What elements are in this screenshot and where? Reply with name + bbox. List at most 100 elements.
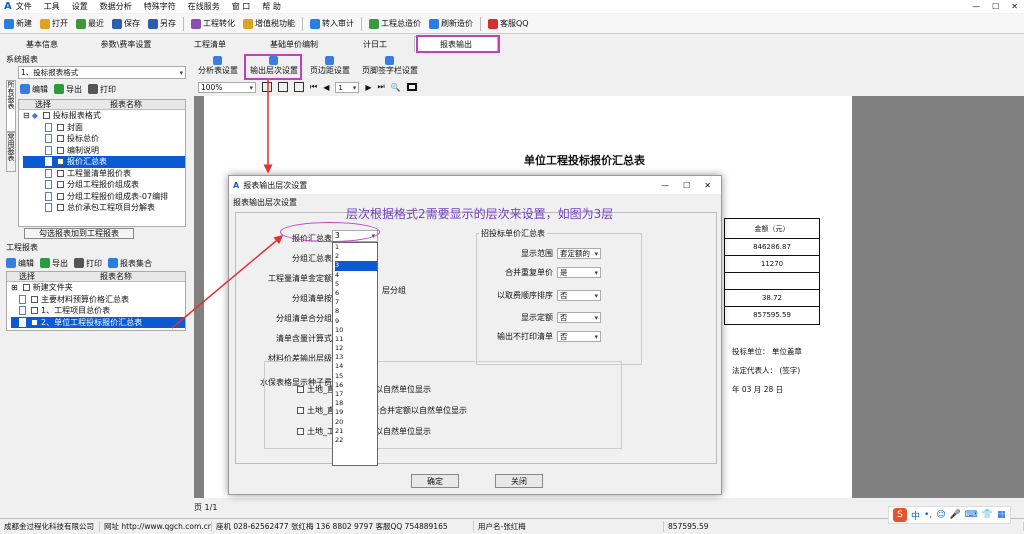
toolbar-button[interactable]: 另存: [144, 14, 180, 33]
ok-button[interactable]: 确定: [411, 474, 459, 488]
menu-item[interactable]: 数据分析: [100, 1, 132, 12]
last-page-icon[interactable]: ⏭: [378, 82, 385, 92]
dropdown-option[interactable]: 1: [335, 243, 377, 252]
list-item[interactable]: 工程量清单报价表: [23, 168, 185, 180]
option-checkbox[interactable]: 土地_直接费表定额以自然单位显示: [294, 379, 467, 400]
menu-item[interactable]: 文件: [16, 1, 32, 12]
list-item[interactable]: 封面: [23, 122, 185, 134]
side-tab-all[interactable]: 所有报表: [6, 80, 16, 132]
dropdown-option[interactable]: 21: [335, 427, 377, 436]
toolbar-button[interactable]: 最近: [72, 14, 108, 33]
expand-icon[interactable]: ⊟: [23, 110, 30, 122]
menu-item[interactable]: 窗 口: [232, 1, 251, 12]
dropdown-option[interactable]: 14: [335, 362, 377, 371]
toolbar-button[interactable]: 客服QQ: [484, 14, 533, 33]
dialog-minimize-icon[interactable]: —: [661, 181, 669, 190]
list-item[interactable]: 分组工程报价组成表-07编排: [23, 191, 185, 203]
toolbar-button[interactable]: 工程转化: [187, 14, 239, 33]
dropdown-option[interactable]: 2: [335, 252, 377, 261]
expand-icon[interactable]: ⊞: [11, 282, 18, 294]
fit-page-icon[interactable]: [262, 82, 272, 92]
menu-item[interactable]: 帮 助: [262, 1, 281, 12]
dropdown-option[interactable]: 4: [335, 271, 377, 280]
two-page-icon[interactable]: [278, 82, 288, 92]
option-checkbox[interactable]: 土地_工程量表定额以自然单位显示: [294, 421, 467, 442]
minimize-icon[interactable]: —: [972, 2, 980, 11]
dropdown-option[interactable]: 15: [335, 372, 377, 381]
checkbox[interactable]: [57, 204, 64, 212]
dropdown-option[interactable]: 10: [335, 326, 377, 335]
dialog-maximize-icon[interactable]: ☐: [683, 181, 690, 190]
dropdown-option[interactable]: 12: [335, 344, 377, 353]
checkbox[interactable]: [57, 158, 64, 166]
dropdown-option[interactable]: 9: [335, 317, 377, 326]
menu-item[interactable]: 设置: [72, 1, 88, 12]
setting-combo[interactable]: 否: [557, 312, 601, 323]
dropdown-option[interactable]: 16: [335, 381, 377, 390]
setting-combo[interactable]: 套定额的: [557, 248, 601, 259]
dropdown-option[interactable]: 13: [335, 353, 377, 362]
checkbox[interactable]: [57, 135, 64, 143]
zoom-combo[interactable]: 100%: [198, 81, 256, 93]
ime-logo-icon[interactable]: S: [893, 508, 907, 522]
maximize-icon[interactable]: ☐: [992, 2, 999, 11]
close-button[interactable]: 关闭: [495, 474, 543, 488]
multi-page-icon[interactable]: [294, 82, 304, 92]
dialog-close-icon[interactable]: ✕: [704, 181, 711, 190]
tab[interactable]: 参数\费率设置: [84, 36, 168, 52]
checkbox[interactable]: [31, 295, 38, 303]
dialog-tab[interactable]: 报表输出层次设置: [233, 197, 297, 208]
checkbox[interactable]: [297, 407, 304, 414]
add-to-project-button[interactable]: 勾选报表加到工程报表: [24, 228, 134, 239]
ime-menu-icon[interactable]: ▦: [997, 510, 1006, 520]
toolbar-button[interactable]: 打开: [36, 14, 72, 33]
ime-emoji-icon[interactable]: ☺: [936, 510, 945, 520]
checkbox[interactable]: [42, 112, 50, 120]
ime-mic-icon[interactable]: 🎤: [950, 510, 961, 520]
toolbar-button[interactable]: 保存: [108, 14, 144, 33]
checkbox[interactable]: [57, 192, 64, 200]
project-action-button[interactable]: 打印: [74, 258, 102, 269]
dropdown-option[interactable]: 11: [335, 335, 377, 344]
checkbox[interactable]: [57, 169, 64, 177]
checkbox[interactable]: [31, 307, 38, 315]
tab[interactable]: 基础单价编制: [252, 36, 336, 52]
tab[interactable]: 工程清单: [168, 36, 252, 52]
checkbox[interactable]: [297, 428, 304, 435]
ime-lang-icon[interactable]: 中: [911, 509, 920, 522]
checkbox[interactable]: [57, 146, 64, 154]
toolbar-button[interactable]: 工程总造价: [365, 14, 425, 33]
list-item[interactable]: 1、工程项目总价表: [11, 305, 185, 317]
checkbox[interactable]: [297, 386, 304, 393]
toolbar-button[interactable]: 刷新造价: [425, 14, 477, 33]
dropdown-option[interactable]: 20: [335, 418, 377, 427]
page-input[interactable]: 1: [335, 81, 360, 93]
tab[interactable]: 计日工: [336, 36, 414, 52]
dropdown-option[interactable]: 17: [335, 390, 377, 399]
list-item[interactable]: 主要材料预算价格汇总表: [11, 294, 185, 306]
dropdown-option[interactable]: 8: [335, 307, 377, 316]
checkbox[interactable]: [57, 123, 64, 131]
search-icon[interactable]: 🔍: [391, 83, 401, 92]
first-page-icon[interactable]: ⏮: [310, 82, 317, 92]
dropdown-option[interactable]: 6: [335, 289, 377, 298]
dropdown-option[interactable]: 7: [335, 298, 377, 307]
menu-item[interactable]: 在线服务: [188, 1, 220, 12]
prev-page-icon[interactable]: ◀: [323, 83, 329, 92]
checkbox[interactable]: [57, 181, 64, 189]
toolbar-button[interactable]: 增值税功能: [239, 14, 299, 33]
list-item[interactable]: 报价汇总表: [23, 156, 185, 168]
dropdown-option[interactable]: 5: [335, 280, 377, 289]
project-action-button[interactable]: 编辑: [6, 258, 34, 269]
toolbar-button[interactable]: 转入审计: [306, 14, 358, 33]
dropdown-option[interactable]: 19: [335, 408, 377, 417]
ime-keyboard-icon[interactable]: ⌨: [965, 510, 978, 520]
side-tab-common[interactable]: 常用报表: [6, 132, 16, 172]
toolbar-button[interactable]: 新建: [0, 14, 36, 33]
report-format-combo[interactable]: 1、投标报表格式: [18, 66, 186, 79]
system-action-button[interactable]: 打印: [88, 84, 116, 95]
dropdown-option[interactable]: 18: [335, 399, 377, 408]
menu-item[interactable]: 特殊字符: [144, 1, 176, 12]
list-item[interactable]: 编制说明: [23, 145, 185, 157]
ime-punct-icon[interactable]: •,: [924, 510, 932, 520]
